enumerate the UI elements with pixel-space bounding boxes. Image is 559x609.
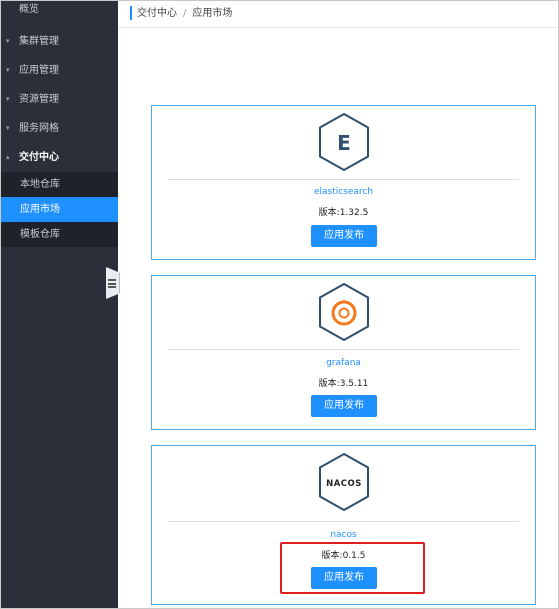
chevron-down-icon: ▾: [6, 95, 10, 103]
elasticsearch-logo-icon: E: [319, 112, 369, 172]
sidebar-item-delivery[interactable]: ▴ 交付中心: [1, 143, 118, 172]
sidebar-item-label: 应用市场: [20, 204, 60, 215]
sidebar-item-label: 资源管理: [19, 94, 59, 105]
sidebar-item-overview[interactable]: 概览: [1, 1, 118, 23]
elasticsearch-logo-letter: E: [337, 131, 351, 155]
sidebar-item-apps[interactable]: ▾ 应用管理: [1, 56, 118, 85]
card-divider: [168, 521, 519, 522]
publish-button[interactable]: 应用发布: [311, 395, 377, 417]
breadcrumb-separator: /: [183, 8, 187, 19]
delivery-submenu: 本地仓库 应用市场 模板仓库: [1, 172, 118, 247]
sidebar-item-app-market[interactable]: 应用市场: [1, 197, 118, 222]
nacos-logo-wordmark: NACOS: [326, 479, 362, 489]
header-accent-bar: [130, 6, 132, 20]
sidebar-item-label: 交付中心: [19, 152, 59, 163]
chevron-down-icon: ▾: [6, 66, 10, 74]
sidebar: 概览 ▾ 集群管理 ▾ 应用管理 ▾ 资源管理 ▾ 服务网格 ▴ 交付中心 本地…: [1, 1, 118, 608]
nacos-logo-icon: NACOS: [319, 452, 369, 512]
sidebar-item-resources[interactable]: ▾ 资源管理: [1, 85, 118, 114]
app-window: 概览 ▾ 集群管理 ▾ 应用管理 ▾ 资源管理 ▾ 服务网格 ▴ 交付中心 本地…: [0, 0, 559, 609]
sidebar-item-cluster[interactable]: ▾ 集群管理: [1, 27, 118, 56]
sidebar-item-label: 本地仓库: [20, 179, 60, 190]
grafana-logo-icon: [319, 282, 369, 342]
menu-icon: [108, 279, 116, 288]
app-version: 版本:3.5.11: [318, 379, 369, 389]
breadcrumb-current: 应用市场: [192, 8, 233, 19]
sidebar-item-label: 服务网格: [19, 123, 59, 134]
card-divider: [168, 349, 519, 350]
breadcrumb: 交付中心 / 应用市场: [137, 4, 232, 19]
highlight-annotation: [280, 542, 425, 594]
app-name[interactable]: nacos: [152, 530, 535, 540]
sidebar-item-label: 模板仓库: [20, 229, 60, 240]
chevron-up-icon: ▴: [6, 153, 10, 161]
sidebar-item-label: 概览: [19, 4, 39, 15]
app-card-elasticsearch: E elasticsearch 版本:1.32.5 应用发布: [151, 105, 536, 260]
app-version: 版本:1.32.5: [318, 208, 369, 218]
publish-button[interactable]: 应用发布: [311, 225, 377, 247]
breadcrumb-delivery-center[interactable]: 交付中心: [137, 8, 177, 19]
app-card-grafana: grafana 版本:3.5.11 应用发布: [151, 275, 536, 430]
sidebar-item-label: 应用管理: [19, 65, 59, 76]
page-header: 交付中心 / 应用市场: [118, 1, 558, 28]
chevron-down-icon: ▾: [6, 37, 10, 45]
chevron-down-icon: ▾: [6, 124, 10, 132]
card-divider: [168, 179, 519, 180]
app-name[interactable]: elasticsearch: [152, 187, 535, 197]
app-name[interactable]: grafana: [152, 358, 535, 368]
sidebar-item-mesh[interactable]: ▾ 服务网格: [1, 114, 118, 143]
sidebar-item-local-repo[interactable]: 本地仓库: [1, 172, 118, 197]
sidebar-item-label: 集群管理: [19, 36, 59, 47]
sidebar-item-template-repo[interactable]: 模板仓库: [1, 222, 118, 247]
